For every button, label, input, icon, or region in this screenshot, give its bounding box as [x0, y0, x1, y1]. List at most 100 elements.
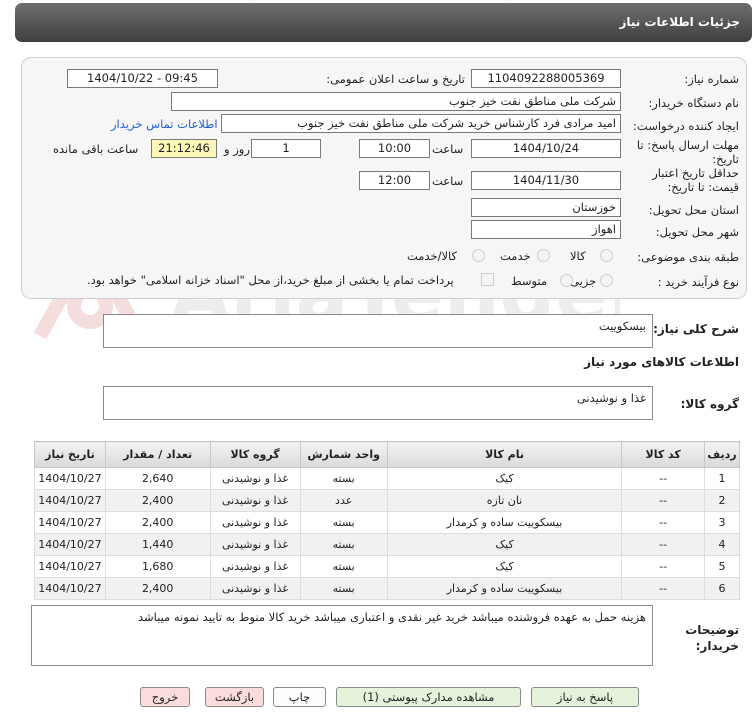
buyer-notes-label-2: خریدار: — [695, 639, 739, 653]
buyer-org-field: شرکت ملی مناطق نفت خیز جنوب — [171, 92, 621, 111]
cell-row-number: 1 — [704, 467, 740, 490]
reply-button[interactable]: پاسخ به نیاز — [531, 687, 639, 707]
validity-time-field: 12:00 — [359, 171, 430, 190]
remaining-time-label: ساعت باقی مانده — [53, 142, 139, 156]
attachments-button[interactable]: مشاهده مدارک پیوستی (1) — [336, 687, 521, 707]
category-option-goods-service: کالا/خدمت — [407, 249, 458, 263]
goods-group-textarea: غذا و نوشیدنی — [103, 386, 653, 420]
cell-goods-group: غذا و نوشیدنی — [209, 555, 301, 578]
category-radio-goods[interactable] — [600, 249, 613, 262]
process-label: نوع فرآیند خرید : — [657, 275, 739, 289]
cell-goods-name: کیک — [386, 533, 623, 556]
summary-textarea: بیسکوییت — [103, 314, 653, 348]
deadline-label-date: تاریخ: — [712, 152, 739, 166]
col-goods-code: کد کالا — [621, 441, 706, 468]
province-label: استان محل تحویل: — [648, 203, 739, 217]
buyer-notes-label: توضیحات — [685, 623, 739, 637]
cell-row-number: 4 — [704, 533, 740, 556]
province-field: خوزستان — [471, 198, 621, 217]
category-label: طبقه بندی موضوعی: — [637, 250, 739, 264]
cell-unit: عدد — [299, 489, 388, 512]
col-need-date: تاریخ نیاز — [34, 441, 106, 468]
cell-row-number: 2 — [704, 489, 740, 512]
goods-group-label: گروه کالا: — [680, 397, 739, 411]
col-goods-name: نام کالا — [386, 441, 623, 468]
process-option-medium: متوسط — [511, 274, 548, 288]
process-radio-minor[interactable] — [600, 274, 613, 287]
col-unit: واحد شمارش — [299, 441, 388, 468]
deadline-label: مهلت ارسال پاسخ: تا — [636, 138, 739, 152]
category-option-service: خدمت — [500, 249, 531, 263]
goods-info-title: اطلاعات کالاهای مورد نیاز — [584, 355, 739, 369]
cell-quantity: 1,680 — [104, 555, 211, 578]
announce-field: 1404/10/22 - 09:45 — [67, 69, 218, 88]
cell-unit: بسته — [299, 533, 388, 556]
col-goods-group: گروه کالا — [209, 441, 301, 468]
announce-label: تاریخ و ساعت اعلان عمومی: — [326, 72, 465, 86]
cell-unit: بسته — [299, 467, 388, 490]
cell-goods-name: کیک — [386, 555, 623, 578]
need-number-field: 1104092288005369 — [471, 69, 621, 88]
process-option-minor: جزیی — [570, 274, 597, 288]
cell-need-date: 1404/10/27 — [34, 577, 106, 600]
table-row: 1404/10/27 2,400 غذا و نوشیدنی بسته بیسکوییت… — [34, 511, 740, 534]
exit-button[interactable]: خروج — [140, 687, 190, 707]
creator-label: ایجاد کننده درخواست: — [633, 119, 739, 133]
cell-goods-name: بیسکوییت ساده و کرمدار — [386, 511, 623, 534]
treasury-payment-checkbox[interactable] — [481, 273, 494, 286]
cell-need-date: 1404/10/27 — [34, 489, 106, 512]
cell-goods-code: -- — [621, 555, 706, 578]
need-number-label: شماره نیاز: — [684, 72, 739, 86]
col-row: ردیف — [704, 441, 740, 468]
validity-label: حداقل تاریخ اعتبار — [652, 166, 739, 180]
cell-quantity: 2,400 — [104, 489, 211, 512]
city-label: شهر محل تحویل: — [655, 225, 739, 239]
cell-quantity: 2,640 — [104, 467, 211, 490]
cell-goods-group: غذا و نوشیدنی — [209, 467, 301, 490]
treasury-payment-note: پرداخت تمام یا بخشی از مبلغ خرید،از محل … — [87, 273, 454, 287]
contact-info-link[interactable]: اطلاعات تماس خریدار — [111, 117, 218, 131]
cell-goods-code: -- — [621, 577, 706, 600]
back-button[interactable]: بازگشت — [205, 687, 264, 707]
deadline-date-field: 1404/10/24 — [471, 139, 621, 158]
col-quantity: تعداد / مقدار — [104, 441, 211, 468]
table-row: 1404/10/27 2,400 غذا و نوشیدنی عدد نان تازه -… — [34, 489, 740, 512]
cell-goods-name: کیک — [386, 467, 623, 490]
category-option-goods: کالا — [570, 249, 586, 263]
items-table-header: تاریخ نیاز تعداد / مقدار گروه کالا واحد … — [34, 441, 740, 468]
cell-goods-name: بیسکوییت ساده و کرمدار — [386, 577, 623, 600]
cell-need-date: 1404/10/27 — [34, 511, 106, 534]
validity-date-field: 1404/11/30 — [471, 171, 621, 190]
table-row: 1404/10/27 2,400 غذا و نوشیدنی بسته بیسکوییت… — [34, 577, 740, 600]
cell-unit: بسته — [299, 511, 388, 534]
cell-goods-code: -- — [621, 489, 706, 512]
days-field: 1 — [251, 139, 321, 158]
cell-need-date: 1404/10/27 — [34, 467, 106, 490]
items-table: تاریخ نیاز تعداد / مقدار گروه کالا واحد … — [34, 441, 740, 600]
table-row: 1404/10/27 2,640 غذا و نوشیدنی بسته کیک -- 1 — [34, 467, 740, 490]
deadline-time-field: 10:00 — [359, 139, 430, 158]
process-radio-medium[interactable] — [560, 274, 573, 287]
cell-need-date: 1404/10/27 — [34, 533, 106, 556]
cell-quantity: 2,400 — [104, 577, 211, 600]
cell-row-number: 5 — [704, 555, 740, 578]
validity-label-date: قیمت: تا تاریخ: — [667, 180, 739, 194]
remaining-time-field: 21:12:46 — [151, 139, 217, 158]
city-field: اهواز — [471, 220, 621, 239]
cell-goods-group: غذا و نوشیدنی — [209, 511, 301, 534]
cell-goods-code: -- — [621, 467, 706, 490]
print-button[interactable]: چاپ — [273, 687, 326, 707]
deadline-time-label: ساعت — [432, 142, 464, 156]
creator-field: امید مرادی فرد کارشناس خرید شرکت ملی منا… — [221, 114, 621, 133]
cell-goods-group: غذا و نوشیدنی — [209, 577, 301, 600]
cell-row-number: 6 — [704, 577, 740, 600]
cell-goods-name: نان تازه — [386, 489, 623, 512]
page-title: جزئیات اطلاعات نیاز — [619, 15, 740, 29]
cell-goods-group: غذا و نوشیدنی — [209, 533, 301, 556]
cell-unit: بسته — [299, 577, 388, 600]
summary-label: شرح کلی نیاز: — [653, 322, 739, 336]
table-row: 1404/10/27 1,440 غذا و نوشیدنی بسته کیک -- 4 — [34, 533, 740, 556]
category-radio-goods-service[interactable] — [472, 249, 485, 262]
buyer-org-label: نام دستگاه خریدار: — [648, 96, 739, 110]
category-radio-service[interactable] — [537, 249, 550, 262]
